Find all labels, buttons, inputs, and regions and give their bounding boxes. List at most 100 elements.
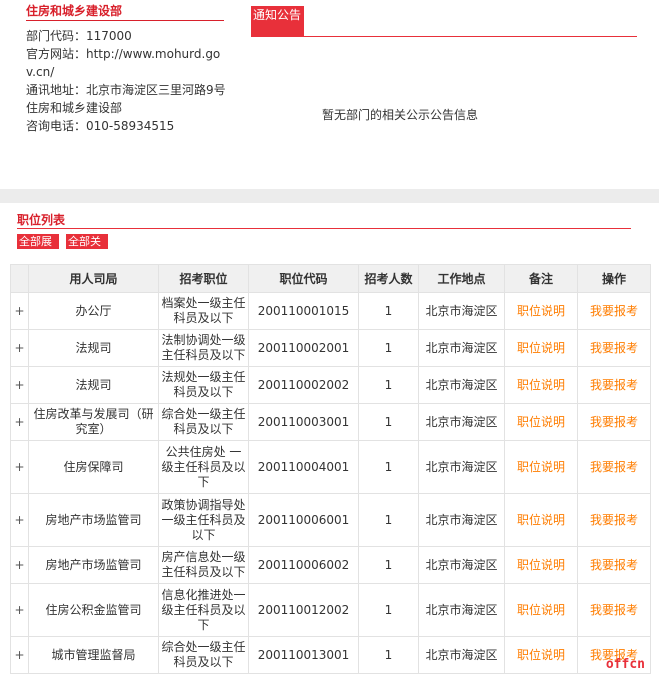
department-code: 部门代码：117000	[26, 29, 132, 43]
row-note-link[interactable]: 职位说明	[504, 292, 578, 330]
expand-all-button[interactable]: 全部展	[17, 234, 59, 249]
section-separator	[0, 189, 659, 203]
row-position: 法制协调处一级主任科员及以下	[158, 329, 249, 367]
row-dept: 法规司	[28, 366, 159, 404]
row-dept: 法规司	[28, 329, 159, 367]
row-expand-toggle[interactable]: +	[10, 403, 29, 441]
row-count: 1	[358, 636, 419, 674]
table-row: + 住房公积金监管司 信息化推进处一级主任科员及以下 200110012002 1 北京市…	[10, 583, 651, 637]
table-header-row: 用人司局 招考职位 职位代码 招考人数 工作地点 备注 操作	[10, 264, 651, 293]
notice-tab[interactable]: 通知公告	[251, 6, 304, 37]
row-note-link[interactable]: 职位说明	[504, 440, 578, 494]
row-code: 200110012002	[248, 583, 359, 637]
watermark-logo: offcn	[605, 657, 645, 672]
row-code: 200110002001	[248, 329, 359, 367]
collapse-all-button[interactable]: 全部关	[66, 234, 108, 249]
notice-tab-label: 通知公告	[253, 8, 302, 22]
header-count: 招考人数	[358, 264, 419, 293]
row-position: 政策协调指导处一级主任科员及以下	[158, 493, 249, 547]
row-location: 北京市海淀区	[418, 366, 505, 404]
row-code: 200110001015	[248, 292, 359, 330]
header-code: 职位代码	[248, 264, 359, 293]
row-expand-toggle[interactable]: +	[10, 636, 29, 674]
row-note-link[interactable]: 职位说明	[504, 403, 578, 441]
row-dept: 住房保障司	[28, 440, 159, 494]
header-note: 备注	[504, 264, 578, 293]
row-position: 档案处一级主任科员及以下	[158, 292, 249, 330]
header-dept: 用人司局	[28, 264, 159, 293]
table-row: + 住房改革与发展司（研究室） 综合处一级主任科员及以下 200110003001 1 北…	[10, 403, 651, 441]
row-dept: 城市管理监督局	[28, 636, 159, 674]
row-expand-toggle[interactable]: +	[10, 493, 29, 547]
row-position: 综合处一级主任科员及以下	[158, 636, 249, 674]
row-position: 信息化推进处一级主任科员及以下	[158, 583, 249, 637]
row-count: 1	[358, 366, 419, 404]
table-row: + 住房保障司 公共住房处 一级主任科员及以下 200110004001 1 北京市海淀区…	[10, 440, 651, 494]
department-title: 住房和城乡建设部	[26, 4, 224, 21]
row-location: 北京市海淀区	[418, 636, 505, 674]
row-dept: 房地产市场监管司	[28, 546, 159, 584]
row-location: 北京市海淀区	[418, 583, 505, 637]
row-count: 1	[358, 440, 419, 494]
row-expand-toggle[interactable]: +	[10, 329, 29, 367]
row-location: 北京市海淀区	[418, 546, 505, 584]
row-apply-link[interactable]: 我要报考	[577, 403, 651, 441]
row-apply-link[interactable]: 我要报考	[577, 583, 651, 637]
row-apply-link[interactable]: 我要报考	[577, 329, 651, 367]
row-expand-toggle[interactable]: +	[10, 440, 29, 494]
row-note-link[interactable]: 职位说明	[504, 583, 578, 637]
row-expand-toggle[interactable]: +	[10, 366, 29, 404]
row-note-link[interactable]: 职位说明	[504, 493, 578, 547]
notice-divider	[304, 36, 637, 37]
row-apply-link[interactable]: 我要报考	[577, 366, 651, 404]
row-location: 北京市海淀区	[418, 329, 505, 367]
row-apply-link[interactable]: 我要报考	[577, 440, 651, 494]
table-row: + 法规司 法规处一级主任科员及以下 200110002002 1 北京市海淀区 职位说明我…	[10, 366, 651, 404]
row-dept: 办公厅	[28, 292, 159, 330]
row-code: 200110013001	[248, 636, 359, 674]
department-address: 通讯地址：北京市海淀区三里河路9号住房和城乡建设部	[26, 83, 226, 115]
row-count: 1	[358, 292, 419, 330]
row-code: 200110002002	[248, 366, 359, 404]
row-note-link[interactable]: 职位说明	[504, 546, 578, 584]
header-action: 操作	[577, 264, 651, 293]
table-row: + 房地产市场监管司 政策协调指导处一级主任科员及以下 200110006001 1 北京…	[10, 493, 651, 547]
row-location: 北京市海淀区	[418, 292, 505, 330]
row-dept: 住房公积金监管司	[28, 583, 159, 637]
row-note-link[interactable]: 职位说明	[504, 636, 578, 674]
department-phone: 咨询电话：010-58934515	[26, 119, 175, 133]
row-count: 1	[358, 583, 419, 637]
table-row: + 法规司 法制协调处一级主任科员及以下 200110002001 1 北京市海淀区 职位说…	[10, 329, 651, 367]
row-count: 1	[358, 403, 419, 441]
table-row: + 办公厅 档案处一级主任科员及以下 200110001015 1 北京市海淀区 职位说明我…	[10, 292, 651, 330]
notice-empty-message: 暂无部门的相关公示公告信息	[322, 108, 479, 122]
row-apply-link[interactable]: 我要报考	[577, 493, 651, 547]
table-row: + 城市管理监督局 综合处一级主任科员及以下 200110013001 1 北京市海淀区职…	[10, 636, 651, 674]
row-location: 北京市海淀区	[418, 403, 505, 441]
department-website[interactable]: 官方网站：http://www.mohurd.gov.cn/	[26, 45, 226, 81]
row-dept: 住房改革与发展司（研究室）	[28, 403, 159, 441]
row-code: 200110004001	[248, 440, 359, 494]
row-expand-toggle[interactable]: +	[10, 292, 29, 330]
row-position: 公共住房处 一级主任科员及以下	[158, 440, 249, 494]
row-count: 1	[358, 329, 419, 367]
row-code: 200110003001	[248, 403, 359, 441]
row-position: 综合处一级主任科员及以下	[158, 403, 249, 441]
row-expand-toggle[interactable]: +	[10, 583, 29, 637]
row-note-link[interactable]: 职位说明	[504, 366, 578, 404]
row-count: 1	[358, 546, 419, 584]
table-row: + 房地产市场监管司 房产信息处一级主任科员及以下 200110006002 1 北京市海…	[10, 546, 651, 584]
job-list-title: 职位列表	[17, 213, 66, 227]
header-location: 工作地点	[418, 264, 505, 293]
row-position: 房产信息处一级主任科员及以下	[158, 546, 249, 584]
header-expand	[10, 264, 29, 293]
row-apply-link[interactable]: 我要报考	[577, 292, 651, 330]
row-location: 北京市海淀区	[418, 440, 505, 494]
row-note-link[interactable]: 职位说明	[504, 329, 578, 367]
header-position: 招考职位	[158, 264, 249, 293]
row-apply-link[interactable]: 我要报考	[577, 546, 651, 584]
row-expand-toggle[interactable]: +	[10, 546, 29, 584]
row-code: 200110006001	[248, 493, 359, 547]
row-code: 200110006002	[248, 546, 359, 584]
row-position: 法规处一级主任科员及以下	[158, 366, 249, 404]
